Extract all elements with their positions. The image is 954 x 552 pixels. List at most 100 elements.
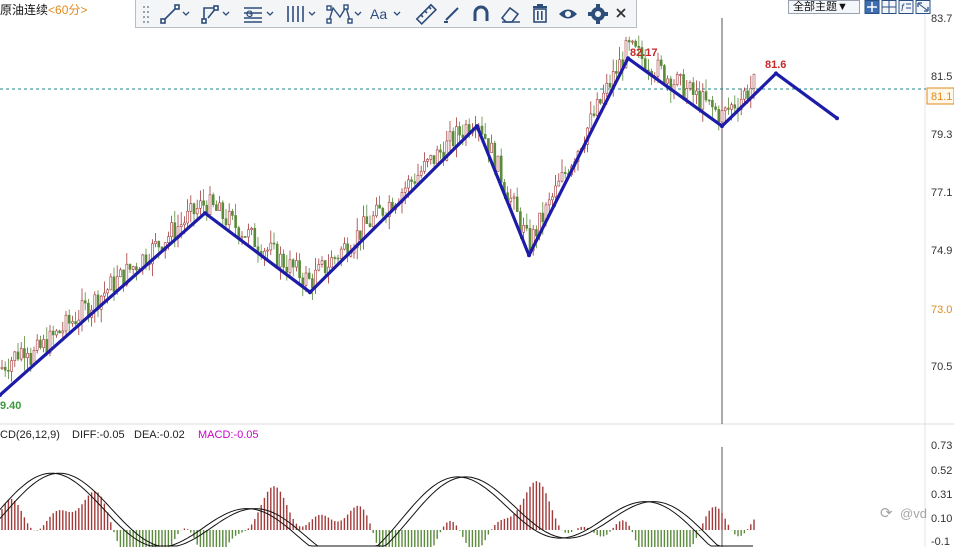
zigzag-pivot	[203, 211, 207, 216]
candle-body	[26, 352, 29, 359]
candle-body	[458, 126, 461, 136]
pen-icon[interactable]	[444, 7, 459, 23]
candle-body	[541, 212, 545, 223]
eye-icon[interactable]	[559, 9, 577, 19]
candle-body	[227, 210, 231, 226]
delete-icon[interactable]	[533, 4, 547, 23]
candle-body	[663, 65, 666, 84]
line-tool-icon[interactable]	[160, 4, 190, 24]
candle-body	[221, 202, 225, 220]
candle-body	[208, 194, 212, 215]
zigzag-pivot	[835, 116, 839, 121]
symbol-header: 原油连续<60分>	[0, 1, 87, 18]
candle-body	[339, 248, 343, 259]
period-label[interactable]: <60分>	[48, 3, 87, 17]
candle-body	[682, 74, 685, 99]
candle-body	[560, 172, 564, 182]
watermark-text: @vd	[900, 506, 927, 521]
ruler-icon[interactable]	[415, 3, 438, 26]
magnet-icon[interactable]	[473, 5, 489, 21]
candle-body	[717, 109, 721, 123]
expand-icon[interactable]	[915, 0, 931, 14]
candle-body	[752, 73, 756, 89]
candle-body	[29, 352, 33, 365]
grid-layout-icon[interactable]	[881, 0, 897, 14]
candle-body	[535, 229, 538, 237]
candle-body	[58, 330, 61, 334]
candle-body	[189, 203, 193, 212]
fib-tool-icon[interactable]	[287, 6, 316, 22]
candle-body	[592, 113, 596, 116]
candle-body	[243, 236, 247, 238]
candle-body	[93, 294, 97, 311]
polyline-tool-icon[interactable]	[201, 5, 230, 24]
zigzag-line[interactable]	[0, 56, 838, 397]
candle-body	[525, 225, 529, 229]
text-tool-icon[interactable]: G	[244, 7, 274, 23]
candle-body	[381, 207, 385, 216]
font-tool[interactable]: Aa	[370, 6, 401, 22]
candle-body	[119, 269, 122, 278]
candle-body	[231, 210, 234, 216]
candle-body	[333, 257, 337, 259]
candle-body	[432, 155, 436, 164]
candle-body	[435, 149, 439, 164]
candle-body	[512, 196, 516, 199]
macd-tick: 0.10	[931, 513, 952, 525]
candle-body	[608, 82, 612, 88]
candle-body	[439, 149, 442, 153]
candle-body	[701, 91, 705, 110]
candle-body	[685, 88, 689, 99]
candle-body	[10, 360, 13, 372]
candle-body	[272, 242, 276, 245]
zigzag-pivot	[475, 124, 479, 129]
candle-body	[695, 90, 698, 95]
candle-body	[595, 99, 599, 116]
zigzag-indicator	[0, 56, 839, 397]
zigzag-pivot	[527, 253, 531, 258]
candle-body	[179, 224, 183, 227]
svg-text:G: G	[246, 9, 253, 19]
candle-body	[615, 71, 618, 74]
candle-body	[691, 82, 695, 95]
candle-body	[16, 351, 20, 360]
macd-tick: 0.31	[931, 489, 952, 501]
candle-body	[547, 199, 551, 206]
candle-body	[419, 170, 423, 176]
crosshair-mode-icon[interactable]	[864, 0, 880, 14]
macd-histogram	[1, 481, 755, 552]
eraser-icon[interactable]	[500, 6, 520, 23]
candle-body	[295, 260, 298, 268]
candle-body	[343, 243, 346, 250]
candle-body	[3, 366, 7, 371]
close-icon[interactable]	[616, 8, 626, 18]
candle-body	[106, 289, 109, 294]
current-price-label: 81.1	[931, 91, 952, 103]
candle-body	[135, 266, 138, 271]
drawing-toolbar: G Aa	[135, 0, 637, 28]
chart-canvas[interactable]: 83.7 81.5 79.3 77.1 74.9 73.0 70.5 81.1 …	[0, 0, 954, 552]
toolbar-grip-icon[interactable]	[143, 6, 149, 23]
candle-body	[378, 204, 381, 209]
macd-tick: 0.52	[931, 465, 952, 477]
candle-body	[275, 243, 279, 268]
candle-body	[103, 292, 106, 297]
candle-body	[67, 314, 71, 324]
macd-tick: -0.1	[931, 536, 950, 547]
candle-body	[371, 215, 375, 227]
candle-body	[320, 260, 324, 265]
candle-body	[266, 249, 269, 252]
theme-selector-label: 全部主题▼	[793, 1, 848, 13]
candle-body	[659, 59, 663, 66]
candle-body	[509, 197, 513, 202]
watermark: ⟳ @vd	[880, 505, 927, 522]
candle-body	[727, 107, 730, 110]
candle-body	[39, 339, 42, 348]
pattern-tool-icon[interactable]	[326, 4, 362, 24]
candle-body	[128, 263, 132, 270]
candle-body	[688, 82, 692, 89]
settings-gear-icon[interactable]	[588, 4, 608, 24]
theme-selector[interactable]: 全部主题▼	[788, 0, 860, 14]
candle-body	[359, 230, 362, 240]
formula-icon[interactable]: f	[898, 0, 914, 15]
